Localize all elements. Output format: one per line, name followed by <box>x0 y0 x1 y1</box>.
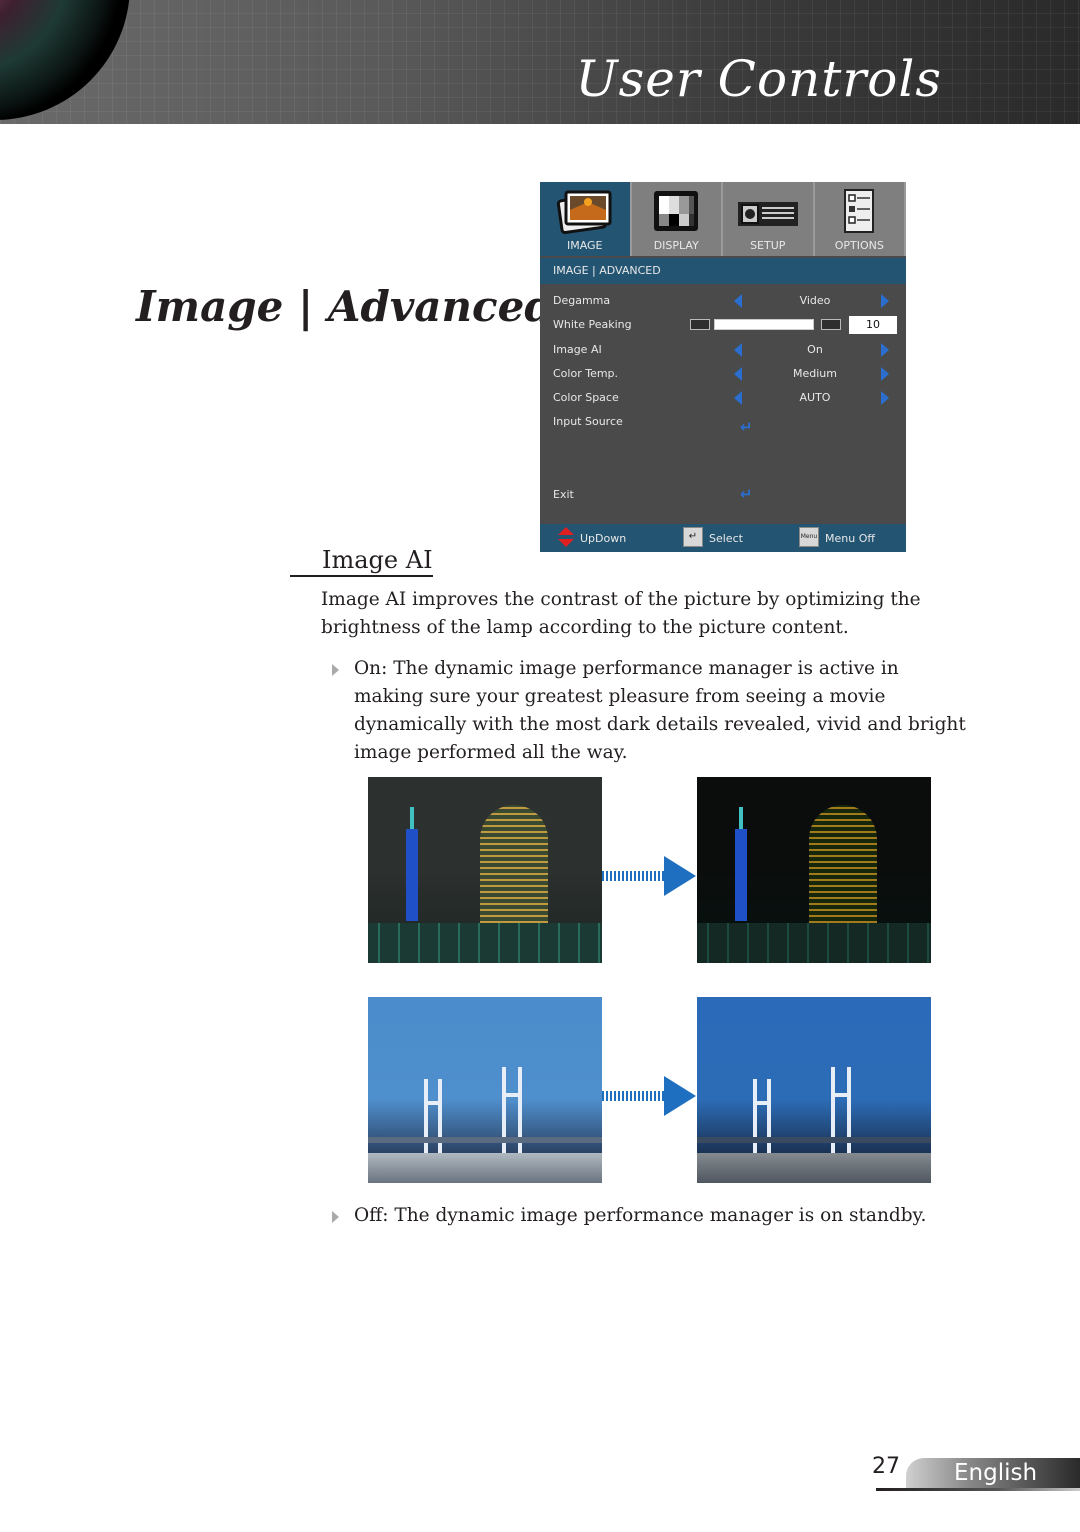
page-number: 27 <box>872 1454 900 1479</box>
menu-key-icon: Menu <box>799 527 819 547</box>
arrow-left-icon[interactable] <box>734 391 742 405</box>
bullet-off: Off: The dynamic image performance manag… <box>332 1202 1002 1230</box>
display-icon <box>654 191 699 231</box>
bridge-deck <box>368 1137 602 1143</box>
arrow-right-icon <box>602 1072 698 1120</box>
arrow-right-icon <box>602 852 698 900</box>
section-title: Image | Advanced <box>136 282 554 331</box>
osd-help-bar: UpDown ↵ Select Menu Menu Off <box>540 524 906 552</box>
night-city-after-photo <box>697 777 931 963</box>
tab-image-label: IMAGE <box>566 239 603 252</box>
projector-icon <box>737 202 798 226</box>
city-lights <box>697 923 931 963</box>
osd-breadcrumb: IMAGE | ADVANCED <box>540 258 906 284</box>
white-peaking-value: 10 <box>849 316 897 334</box>
arrow-dash <box>602 871 670 881</box>
bridge-crossbar <box>753 1101 771 1105</box>
bullet-text: Off: The dynamic image performance manag… <box>354 1205 927 1226</box>
enter-icon[interactable]: ↵ <box>740 418 753 436</box>
help-updown: UpDown <box>558 527 627 547</box>
intro-paragraph: Image AI improves the contrast of the pi… <box>321 589 921 638</box>
help-menu-off: Menu Menu Off <box>799 527 875 547</box>
tab-setup[interactable]: SETUP <box>723 182 815 256</box>
row-label: White Peaking <box>553 318 632 331</box>
menu-row-color-temp[interactable]: Color Temp. Medium <box>540 362 906 386</box>
row-label: Input Source <box>553 415 623 428</box>
bullet-triangle-icon <box>332 1211 339 1223</box>
tab-options-label: OPTIONS <box>834 239 884 252</box>
bullet-on: On: The dynamic image performance manage… <box>332 655 1002 767</box>
help-menu-off-label: Menu Off <box>825 532 875 545</box>
tab-display[interactable]: DISPLAY <box>631 182 723 256</box>
row-label: Exit <box>553 488 574 501</box>
menu-row-color-space[interactable]: Color Space AUTO <box>540 386 906 410</box>
row-label: Degamma <box>553 294 611 307</box>
row-value: On <box>807 343 823 356</box>
bridge-before-photo <box>368 997 602 1183</box>
osd-tabs: IMAGE DISPLAY SETUP OPTIONS <box>540 182 906 256</box>
menu-row-exit[interactable]: Exit ↵ <box>540 483 906 507</box>
bridge-after-photo <box>697 997 931 1183</box>
row-label: Image AI <box>553 343 602 356</box>
tower <box>735 829 747 921</box>
menu-row-input-source[interactable]: Input Source ↵ <box>540 410 906 436</box>
arrow-right-icon[interactable] <box>881 343 889 357</box>
white-peaking-slider[interactable] <box>714 319 814 330</box>
slider-fill <box>715 320 813 329</box>
menu-row-image-ai[interactable]: Image AI On <box>540 338 906 362</box>
tower-spire <box>739 807 743 831</box>
arrow-left-icon[interactable] <box>734 343 742 357</box>
bridge-deck <box>697 1137 931 1143</box>
shore <box>697 1153 931 1183</box>
arrow-dash <box>602 1091 670 1101</box>
arrow-left-icon[interactable] <box>734 294 742 308</box>
bullet-triangle-icon <box>332 664 339 676</box>
footer-underline <box>876 1488 1080 1491</box>
bullet-text: On: The dynamic image performance manage… <box>354 658 966 763</box>
language-tab: English <box>906 1458 1080 1488</box>
tab-display-label: DISPLAY <box>653 239 699 252</box>
help-select-label: Select <box>709 532 743 545</box>
image-icon <box>556 190 612 234</box>
tower <box>406 829 418 921</box>
night-city-before-photo <box>368 777 602 963</box>
row-value: AUTO <box>799 391 831 404</box>
arrow-head <box>664 1076 696 1116</box>
tab-options[interactable]: OPTIONS <box>814 182 906 256</box>
help-updown-label: UpDown <box>580 532 627 545</box>
arrow-head <box>664 856 696 896</box>
row-label: Color Temp. <box>553 367 619 380</box>
checklist-icon <box>844 189 875 233</box>
bridge-crossbar <box>502 1093 522 1097</box>
header-title: User Controls <box>575 50 942 108</box>
language-label: English <box>954 1460 1038 1486</box>
arrow-right-icon[interactable] <box>881 367 889 381</box>
shore <box>368 1153 602 1183</box>
enter-key-icon: ↵ <box>683 527 703 547</box>
slider-increase-icon[interactable] <box>821 319 841 330</box>
row-value: Video <box>799 294 831 307</box>
page-footer: 27 English <box>872 1452 1080 1496</box>
tower-spire <box>410 807 414 831</box>
subheading-image-ai: Image AI <box>290 546 433 577</box>
header-banner: User Controls <box>0 0 1080 124</box>
tab-setup-label: SETUP <box>750 239 786 252</box>
arrow-right-icon[interactable] <box>881 391 889 405</box>
help-select: ↵ Select <box>683 527 743 547</box>
arrow-right-icon[interactable] <box>881 294 889 308</box>
menu-row-white-peaking[interactable]: White Peaking 10 <box>540 313 906 337</box>
row-label: Color Space <box>553 391 619 404</box>
slider-decrease-icon[interactable] <box>690 319 710 330</box>
bridge-crossbar <box>424 1101 442 1105</box>
arrow-left-icon[interactable] <box>734 367 742 381</box>
row-value: Medium <box>793 367 837 380</box>
tab-image[interactable]: IMAGE <box>540 182 632 256</box>
bridge-crossbar <box>831 1093 851 1097</box>
osd-menu: IMAGE DISPLAY SETUP OPTIONS IMAGE | ADVA… <box>540 182 906 552</box>
enter-icon[interactable]: ↵ <box>740 485 753 503</box>
menu-row-degamma[interactable]: Degamma Video <box>540 289 906 313</box>
city-lights <box>368 923 602 963</box>
up-down-arrows-icon <box>558 527 574 547</box>
